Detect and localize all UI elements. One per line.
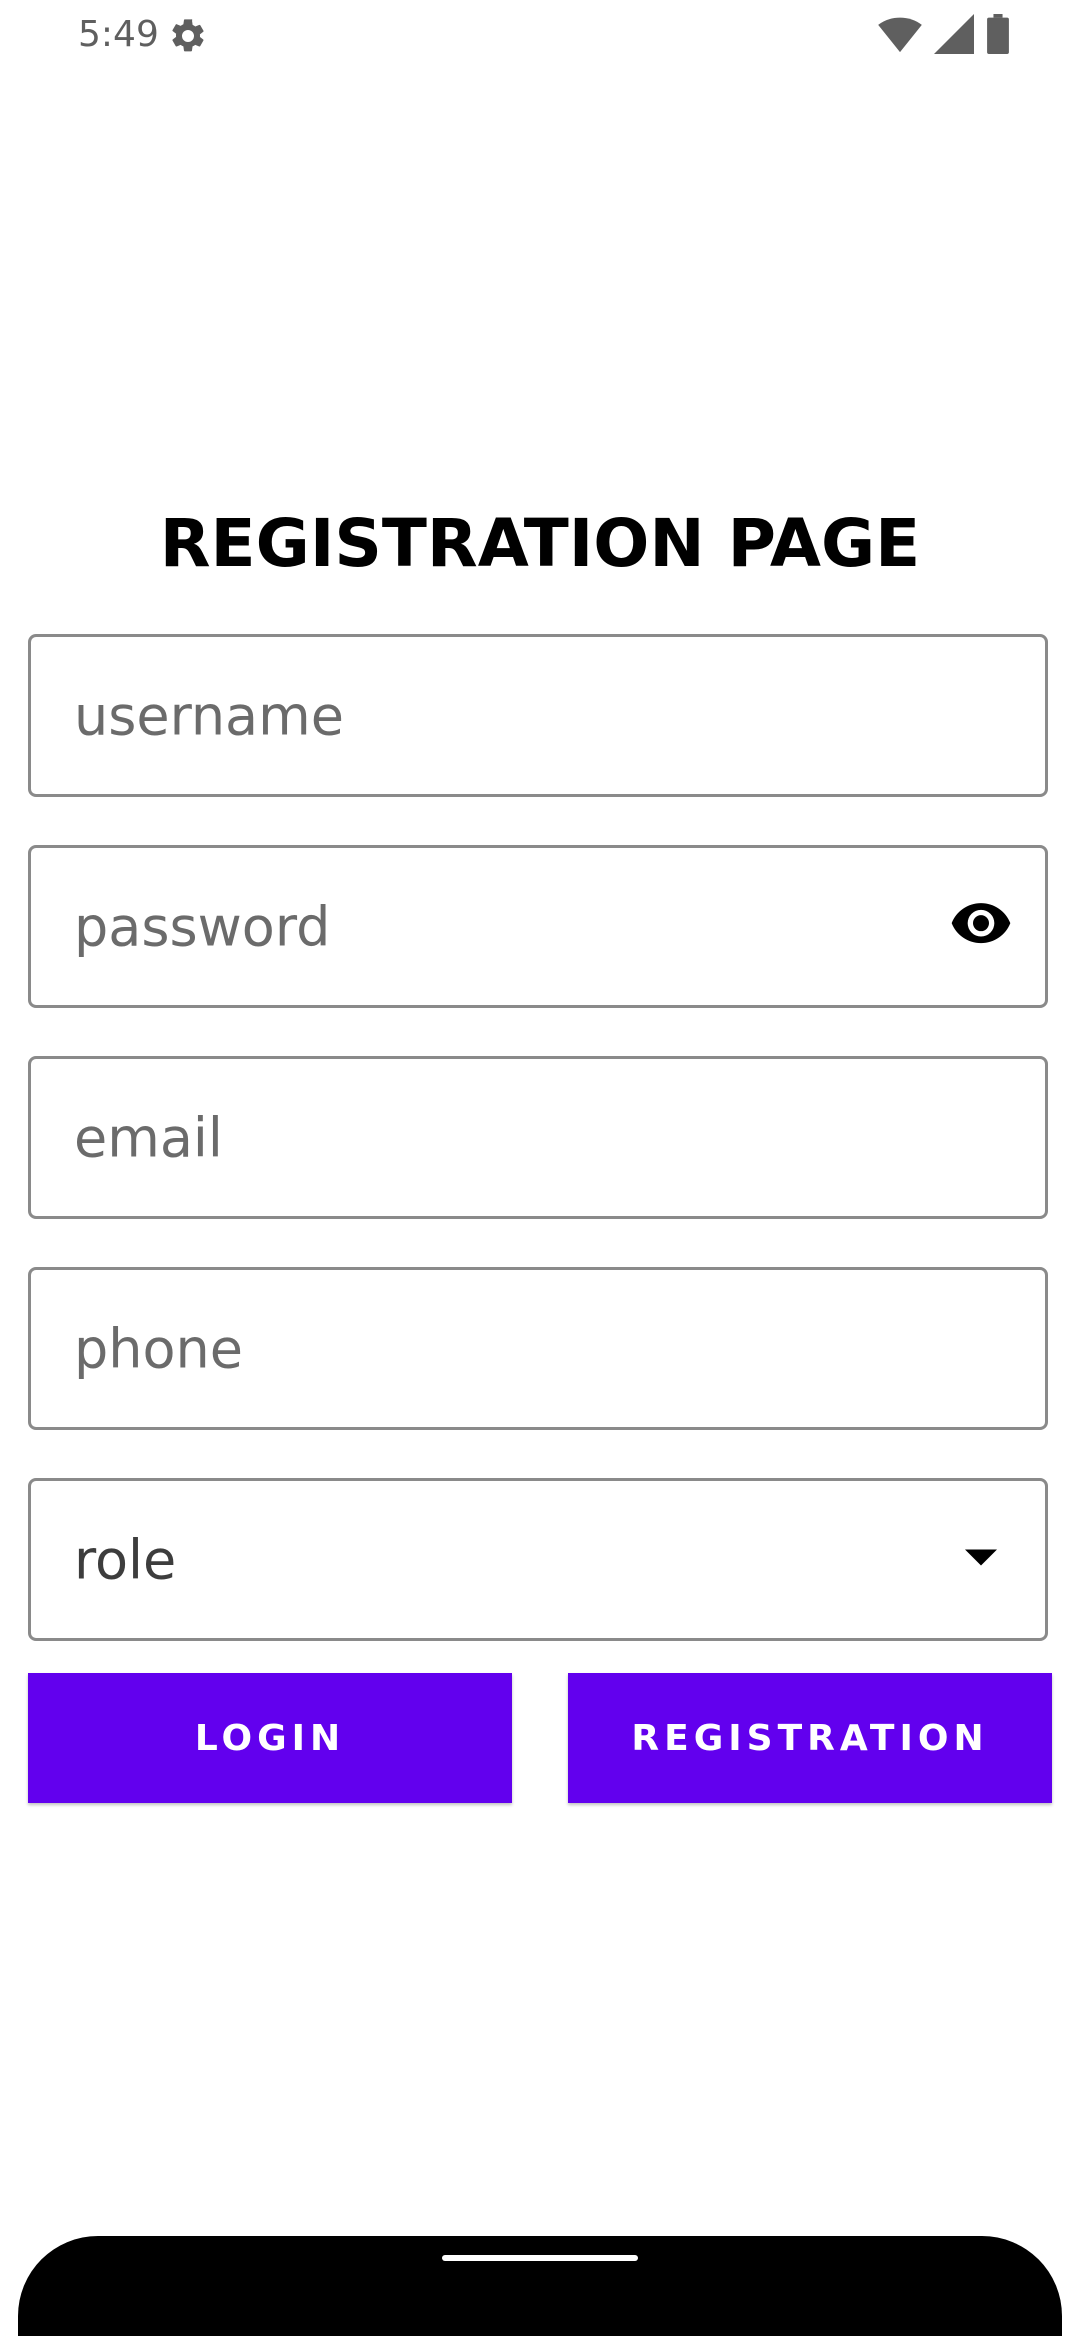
page-title: REGISTRATION PAGE: [159, 505, 921, 582]
wifi-icon: [878, 17, 922, 53]
status-time: 5:49: [78, 14, 159, 55]
email-placeholder: email: [74, 1106, 223, 1169]
password-placeholder: password: [74, 895, 331, 958]
signal-icon: [934, 14, 974, 54]
email-field[interactable]: email: [28, 1056, 1048, 1219]
home-indicator[interactable]: [442, 2255, 638, 2261]
password-field[interactable]: password: [28, 845, 1048, 1008]
role-selected-value: role: [74, 1528, 177, 1591]
username-placeholder: username: [74, 684, 344, 747]
battery-icon: [987, 14, 1009, 54]
navigation-bar: [18, 2236, 1062, 2336]
status-bar: 5:49: [0, 0, 1080, 70]
registration-button[interactable]: REGISTRATION: [568, 1673, 1052, 1803]
status-icons: [878, 14, 1010, 54]
phone-placeholder: phone: [74, 1317, 243, 1380]
dropdown-arrow-icon[interactable]: [965, 1548, 997, 1571]
eye-icon[interactable]: [949, 902, 1013, 951]
role-dropdown[interactable]: role: [28, 1478, 1048, 1641]
login-button[interactable]: LOGIN: [28, 1673, 512, 1803]
username-field[interactable]: username: [28, 634, 1048, 797]
phone-field[interactable]: phone: [28, 1267, 1048, 1430]
gear-icon: [168, 16, 208, 56]
